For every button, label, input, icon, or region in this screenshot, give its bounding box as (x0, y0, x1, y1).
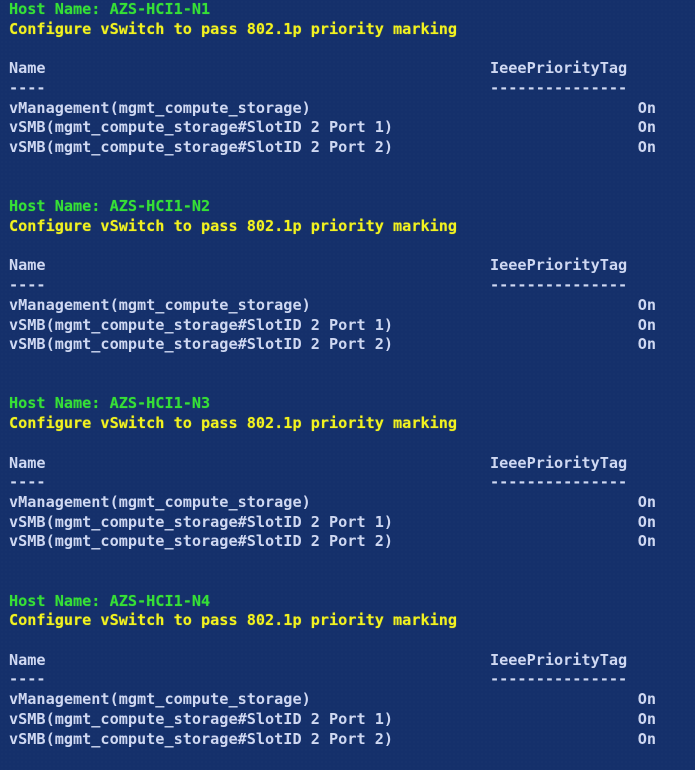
priority-tag-value: On (637, 295, 656, 314)
table-row: vSMB(mgmt_compute_storage#SlotID 2 Port … (0, 118, 695, 138)
separator-tag: --------------- (490, 473, 628, 492)
adapter-name: vSMB(mgmt_compute_storage#SlotID 2 Port … (9, 335, 394, 354)
table-row: vSMB(mgmt_compute_storage#SlotID 2 Port … (0, 138, 695, 158)
priority-tag-value: On (637, 729, 656, 748)
task-description-line: Configure vSwitch to pass 802.1p priorit… (9, 414, 458, 433)
priority-tag-value: On (637, 492, 656, 511)
task-description-line: Configure vSwitch to pass 802.1p priorit… (9, 216, 458, 235)
host-output-block: Host Name: AZS-HCI1-N1 Configure vSwitch… (0, 0, 695, 197)
table-header-row: Name IeeePriorityTag (0, 454, 695, 474)
priority-tag-value: On (637, 532, 656, 551)
adapter-name: vSMB(mgmt_compute_storage#SlotID 2 Port … (9, 138, 394, 157)
host-name-line: Host Name: AZS-HCI1-N4 (9, 591, 211, 610)
host-output-block: Host Name: AZS-HCI1-N4 Configure vSwitch… (0, 592, 695, 769)
table-row: vSMB(mgmt_compute_storage#SlotID 2 Port … (0, 513, 695, 533)
table-row: vManagement(mgmt_compute_storage) On (0, 99, 695, 119)
adapter-name: vSMB(mgmt_compute_storage#SlotID 2 Port … (9, 315, 394, 334)
table-row: vManagement(mgmt_compute_storage) On (0, 296, 695, 316)
column-header-name: Name (9, 650, 46, 669)
separator-name: ---- (9, 276, 46, 295)
adapter-name: vSMB(mgmt_compute_storage#SlotID 2 Port … (9, 532, 394, 551)
host-output-block: Host Name: AZS-HCI1-N3 Configure vSwitch… (0, 394, 695, 591)
priority-tag-value: On (637, 709, 656, 728)
table-separator-row: ---- --------------- (0, 276, 695, 296)
column-header-name: Name (9, 453, 46, 472)
table-separator-row: ---- --------------- (0, 473, 695, 493)
host-name-line: Host Name: AZS-HCI1-N2 (9, 197, 211, 216)
table-separator-row: ---- --------------- (0, 79, 695, 99)
host-name-line: Host Name: AZS-HCI1-N3 (9, 394, 211, 413)
task-description-line: Configure vSwitch to pass 802.1p priorit… (9, 611, 458, 630)
separator-name: ---- (9, 473, 46, 492)
table-row: vSMB(mgmt_compute_storage#SlotID 2 Port … (0, 532, 695, 552)
priority-tag-value: On (637, 335, 656, 354)
adapter-name: vSMB(mgmt_compute_storage#SlotID 2 Port … (9, 512, 394, 531)
separator-tag: --------------- (490, 276, 628, 295)
priority-tag-value: On (637, 118, 656, 137)
priority-tag-value: On (637, 690, 656, 709)
column-header-ieeepriopritytag: IeeePriorityTag (490, 650, 628, 669)
table-row: vManagement(mgmt_compute_storage) On (0, 690, 695, 710)
adapter-name: vManagement(mgmt_compute_storage) (9, 690, 311, 709)
host-output-block: Host Name: AZS-HCI1-N2 Configure vSwitch… (0, 197, 695, 394)
column-header-name: Name (9, 59, 46, 78)
table-row: vSMB(mgmt_compute_storage#SlotID 2 Port … (0, 335, 695, 355)
priority-tag-value: On (637, 315, 656, 334)
powershell-console-output[interactable]: Host Name: AZS-HCI1-N1 Configure vSwitch… (0, 0, 695, 770)
table-header-row: Name IeeePriorityTag (0, 651, 695, 671)
adapter-name: vSMB(mgmt_compute_storage#SlotID 2 Port … (9, 118, 394, 137)
column-header-ieeepriopritytag: IeeePriorityTag (490, 453, 628, 472)
task-description-line: Configure vSwitch to pass 802.1p priorit… (9, 19, 458, 38)
table-row: vManagement(mgmt_compute_storage) On (0, 493, 695, 513)
separator-name: ---- (9, 78, 46, 97)
column-header-ieeepriopritytag: IeeePriorityTag (490, 59, 628, 78)
adapter-name: vSMB(mgmt_compute_storage#SlotID 2 Port … (9, 709, 394, 728)
table-header-row: Name IeeePriorityTag (0, 59, 695, 79)
table-separator-row: ---- --------------- (0, 670, 695, 690)
adapter-name: vSMB(mgmt_compute_storage#SlotID 2 Port … (9, 729, 394, 748)
table-header-row: Name IeeePriorityTag (0, 256, 695, 276)
priority-tag-value: On (637, 98, 656, 117)
priority-tag-value: On (637, 512, 656, 531)
adapter-name: vManagement(mgmt_compute_storage) (9, 295, 311, 314)
table-row: vSMB(mgmt_compute_storage#SlotID 2 Port … (0, 316, 695, 336)
adapter-name: vManagement(mgmt_compute_storage) (9, 492, 311, 511)
priority-tag-value: On (637, 138, 656, 157)
table-row: vSMB(mgmt_compute_storage#SlotID 2 Port … (0, 710, 695, 730)
host-name-line: Host Name: AZS-HCI1-N1 (9, 0, 211, 18)
separator-name: ---- (9, 670, 46, 689)
separator-tag: --------------- (490, 78, 628, 97)
table-row: vSMB(mgmt_compute_storage#SlotID 2 Port … (0, 730, 695, 750)
separator-tag: --------------- (490, 670, 628, 689)
adapter-name: vManagement(mgmt_compute_storage) (9, 98, 311, 117)
column-header-ieeepriopritytag: IeeePriorityTag (490, 256, 628, 275)
column-header-name: Name (9, 256, 46, 275)
